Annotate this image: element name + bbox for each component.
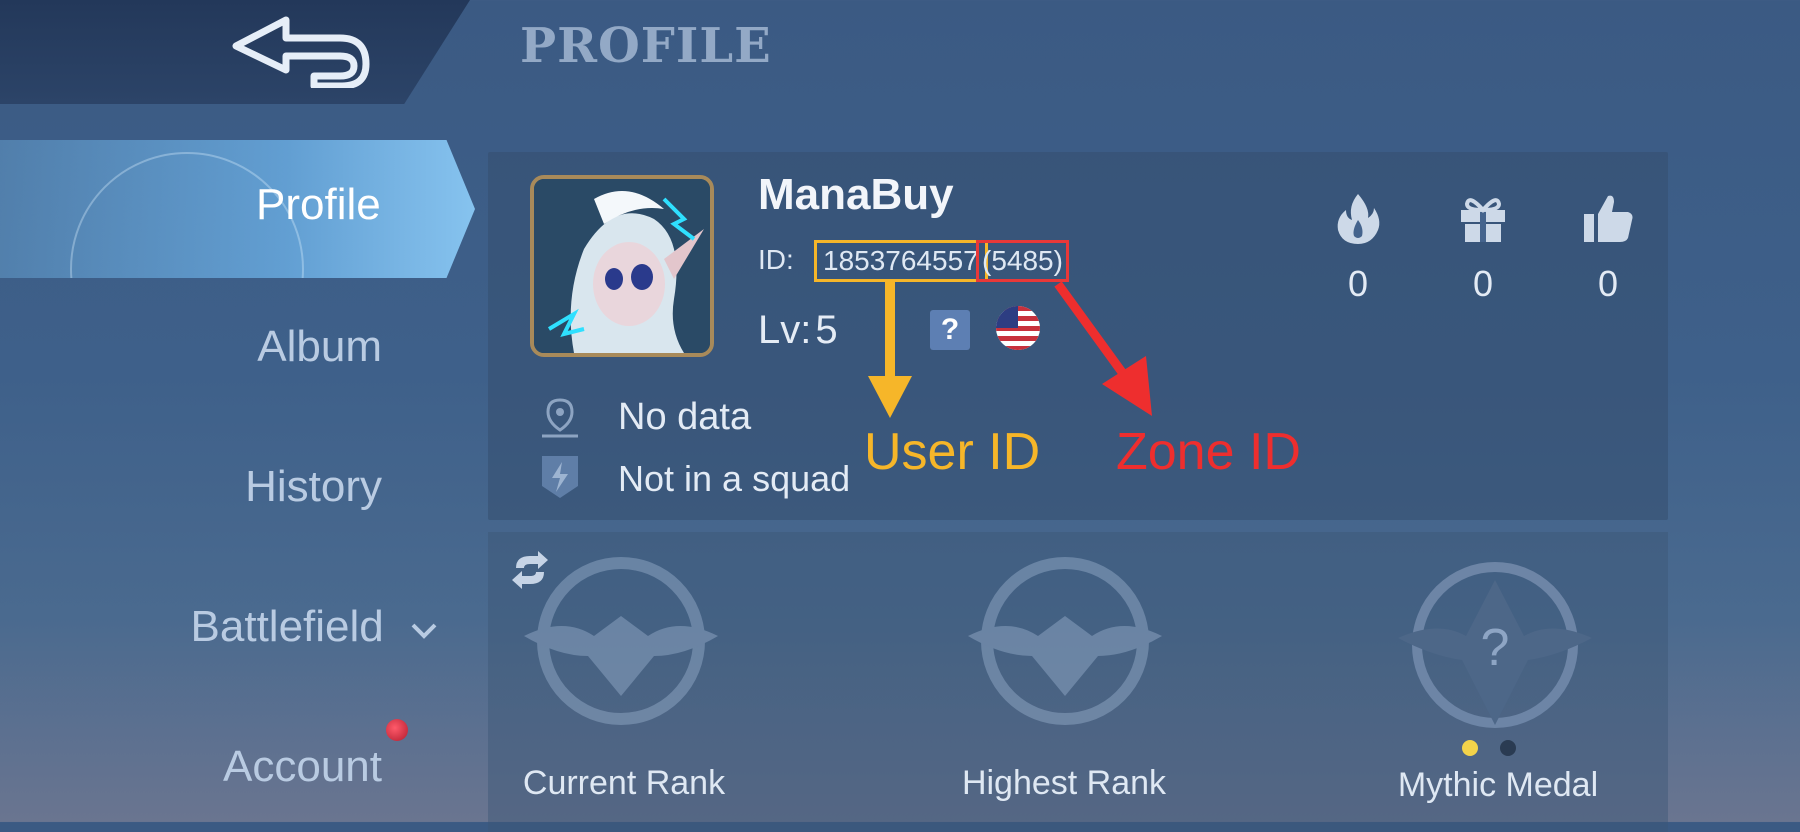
user-id-annotation: User ID bbox=[864, 423, 1041, 481]
highest-rank-emblem-icon bbox=[968, 557, 1162, 725]
zone-id-annotation: Zone ID bbox=[1116, 423, 1301, 481]
zone-id-arrow bbox=[1054, 281, 1152, 416]
mythic-medal-label: Mythic Medal bbox=[1397, 766, 1599, 804]
current-rank-label: Current Rank bbox=[522, 764, 726, 802]
page-indicator-dot-active[interactable] bbox=[1462, 740, 1478, 756]
page-indicator-dot[interactable] bbox=[1500, 740, 1516, 756]
mythic-medal-glyph: ? bbox=[1480, 619, 1510, 677]
current-rank-emblem-icon bbox=[524, 557, 718, 725]
highest-rank-label: Highest Rank bbox=[961, 764, 1167, 802]
user-id-arrow bbox=[868, 282, 912, 418]
mythic-medal-emblem[interactable]: ? bbox=[1388, 560, 1602, 730]
